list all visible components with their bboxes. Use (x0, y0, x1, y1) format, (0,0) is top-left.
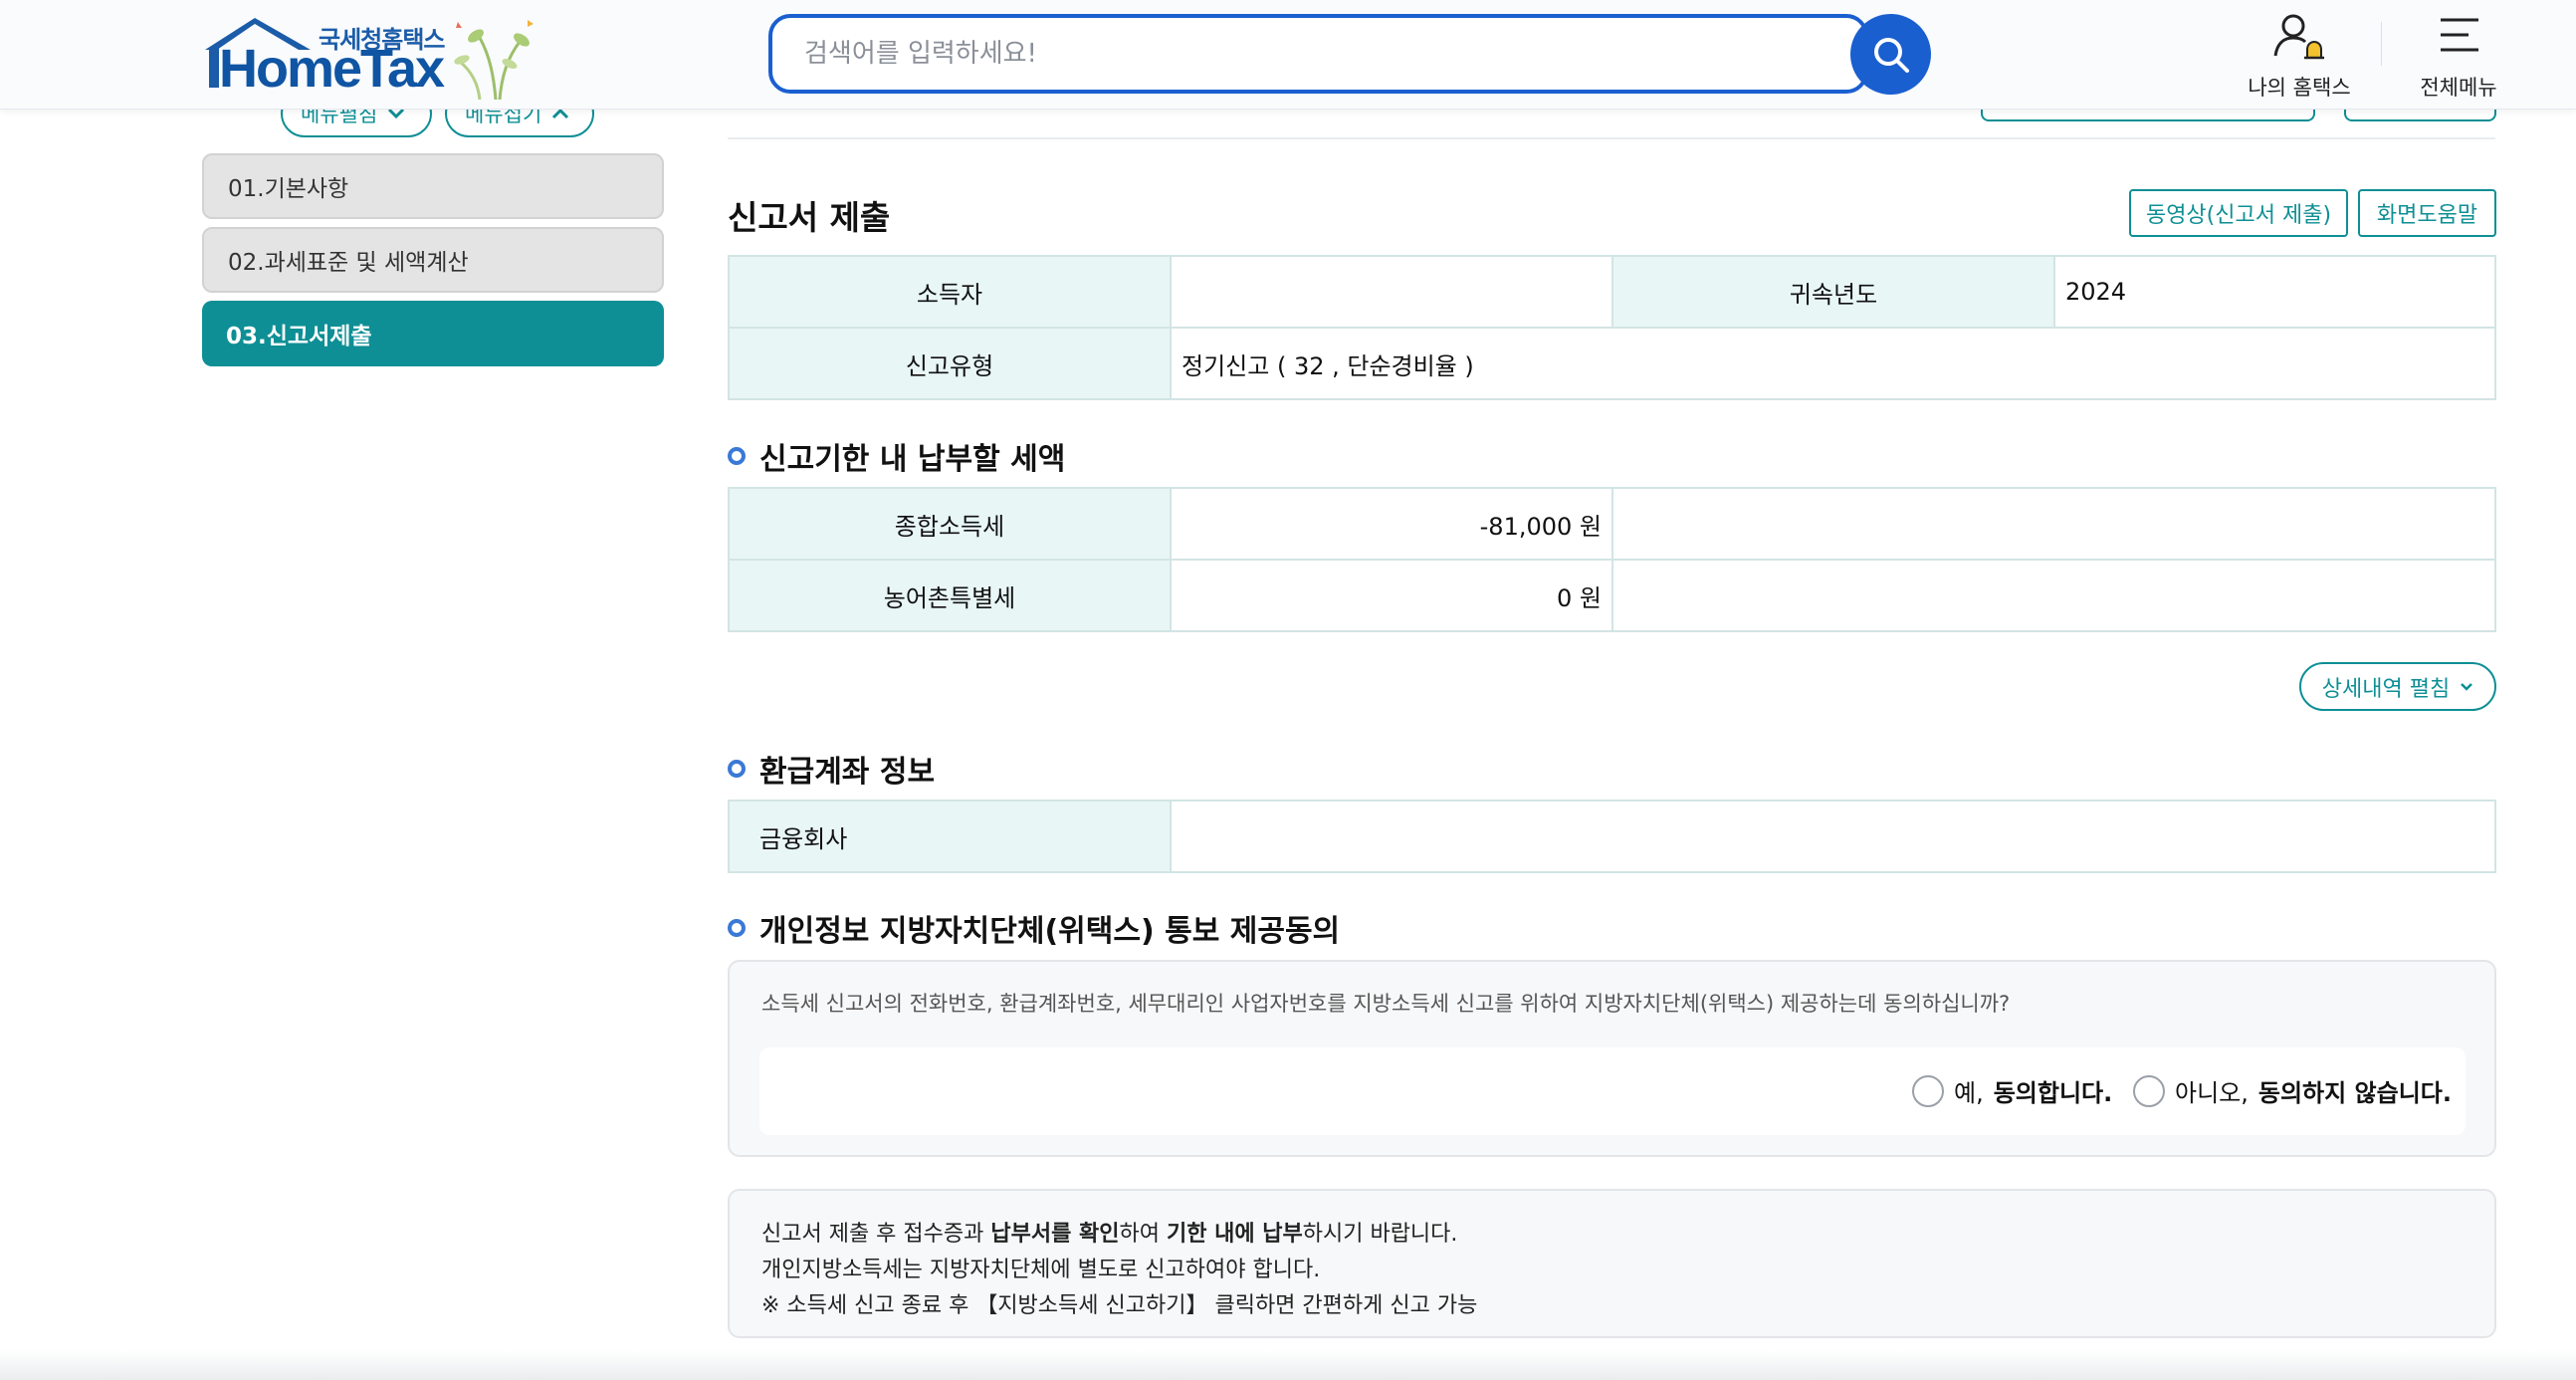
notice-panel: 신고서 제출 후 접수증과 납부서를 확인하여 기한 내에 납부하시기 바랍니다… (728, 1189, 2496, 1338)
tax-year-label: 귀속년도 (1611, 255, 2055, 329)
consent-yes-radio[interactable]: 예, 동의합니다. (1912, 1073, 2112, 1108)
top-header: 국세청홈택스 HomeTax 나의 홈택스 (0, 0, 2576, 110)
payment-table: 종합소득세 -81,000 원 농어촌특별세 0 원 (728, 487, 2496, 632)
income-earner-value (1170, 255, 1613, 329)
all-menu-label: 전체메뉴 (2420, 76, 2497, 100)
hometax-logo[interactable]: 국세청홈택스 HomeTax (199, 16, 542, 100)
search-icon (1873, 37, 1909, 73)
rural-special-tax-value: 0 원 (1170, 559, 1613, 632)
hamburger-icon (2441, 18, 2478, 52)
consent-no-prefix: 아니오, (2175, 1079, 2249, 1107)
income-earner-label: 소득자 (728, 255, 1172, 329)
consent-yes-label: 동의합니다. (1993, 1079, 2113, 1107)
user-bell-icon (2273, 14, 2324, 60)
page-title: 신고서 제출 (728, 198, 891, 237)
sidebar-item-label: 01.기본사항 (228, 176, 349, 202)
payment-section-title: 신고기한 내 납부할 세액 (728, 434, 1065, 478)
financial-company-label: 금융회사 (728, 800, 1172, 873)
detail-expand-button[interactable]: 상세내역 펼침 (2299, 662, 2496, 711)
payment-section-title-text: 신고기한 내 납부할 세액 (759, 442, 1066, 477)
detail-expand-label: 상세내역 펼침 (2321, 676, 2451, 702)
consent-question: 소득세 신고서의 전화번호, 환급계좌번호, 세무대리인 사업자번호를 지방소득… (761, 992, 2011, 1016)
video-guide-button[interactable]: 동영상(신고서 제출) (2129, 189, 2348, 237)
filing-info-table: 소득자 귀속년도 2024 신고유형 정기신고 ( 32 , 단순경비율 ) (728, 255, 2496, 400)
notice-text: 하시기 바랍니다. (1302, 1222, 1458, 1247)
notice-line-1: 신고서 제출 후 접수증과 납부서를 확인하여 기한 내에 납부하시기 바랍니다… (761, 1217, 2463, 1253)
bullet-icon (728, 919, 746, 937)
my-hometax-label: 나의 홈택스 (2248, 76, 2351, 100)
radio-circle[interactable] (2133, 1074, 2165, 1107)
bottom-shadow (0, 1350, 2576, 1380)
bullet-icon (728, 760, 746, 778)
search-input[interactable] (772, 18, 1864, 90)
my-hometax-button[interactable]: 나의 홈택스 (2240, 12, 2359, 102)
sidebar-item-label: 03.신고서제출 (226, 324, 372, 349)
income-tax-label: 종합소득세 (728, 487, 1172, 561)
notice-text: 신고서 제출 후 접수증과 (761, 1222, 991, 1247)
consent-panel: 소득세 신고서의 전화번호, 환급계좌번호, 세무대리인 사업자번호를 지방소득… (728, 960, 2496, 1157)
search-box[interactable] (768, 14, 1868, 94)
sidebar-item-submission[interactable]: 03.신고서제출 (202, 301, 664, 366)
notice-line-2: 개인지방소득세는 지방자치단체에 별도로 신고하여야 합니다. (761, 1258, 1321, 1282)
radio-circle[interactable] (1912, 1074, 1944, 1107)
report-type-value: 정기신고 ( 32 , 단순경비율 ) (1170, 327, 2496, 400)
notice-emphasis: 납부서를 확인 (990, 1222, 1120, 1247)
search-button[interactable] (1850, 14, 1931, 95)
consent-no-radio[interactable]: 아니오, 동의하지 않습니다. (2133, 1073, 2452, 1108)
bullet-icon (728, 447, 746, 465)
sprout-icon (454, 20, 534, 100)
consent-section-title: 개인정보 지방자치단체(위택스) 통보 제공동의 (728, 906, 1340, 950)
consent-options: 예, 동의합니다. 아니오, 동의하지 않습니다. (759, 1047, 2466, 1135)
notice-emphasis: 기한 내에 납부 (1166, 1222, 1303, 1247)
section-divider (728, 137, 2495, 139)
sidebar-item-label: 02.과세표준 및 세액계산 (228, 250, 469, 276)
empty-cell (1611, 559, 2496, 632)
consent-no-label: 동의하지 않습니다. (2257, 1079, 2452, 1107)
logo-title: HomeTax (219, 39, 445, 99)
notice-text: 하여 (1119, 1222, 1167, 1247)
sidebar-item-tax-calculation[interactable]: 02.과세표준 및 세액계산 (202, 227, 664, 293)
income-tax-value: -81,000 원 (1170, 487, 1613, 561)
financial-company-value[interactable] (1170, 800, 2496, 873)
screen-help-button[interactable]: 화면도움말 (2358, 189, 2496, 237)
rural-special-tax-label: 농어촌특별세 (728, 559, 1172, 632)
consent-yes-prefix: 예, (1954, 1079, 1984, 1107)
sidebar-item-basic-info[interactable]: 01.기본사항 (202, 153, 664, 219)
header-divider (2381, 22, 2382, 66)
all-menu-button[interactable]: 전체메뉴 (2399, 12, 2518, 102)
refund-section-title: 환급계좌 정보 (728, 747, 935, 791)
refund-account-table: 금융회사 (728, 800, 2496, 873)
tax-year-value: 2024 (2053, 255, 2496, 329)
notice-line-3: ※ 소득세 신고 종료 후 【지방소득세 신고하기】 클릭하면 간편하게 신고 … (761, 1293, 1478, 1318)
report-type-label: 신고유형 (728, 327, 1172, 400)
empty-cell (1611, 487, 2496, 561)
consent-section-title-text: 개인정보 지방자치단체(위택스) 통보 제공동의 (759, 914, 1341, 949)
refund-section-title-text: 환급계좌 정보 (759, 755, 936, 790)
chevron-down-icon (2461, 682, 2473, 691)
